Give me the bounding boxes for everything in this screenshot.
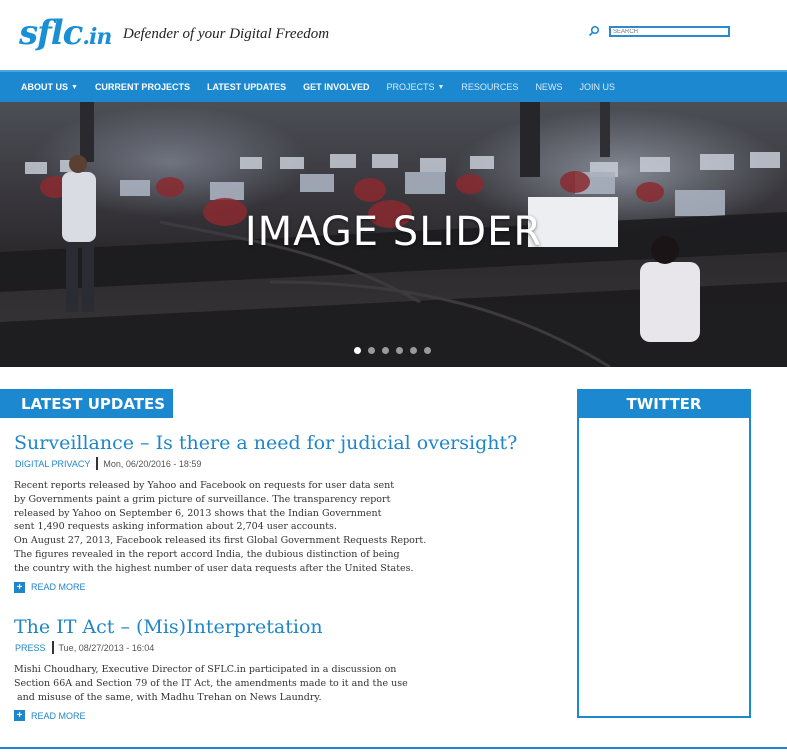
article-date: Mon, 06/20/2016 - 18:59 [103, 458, 202, 469]
logo-suffix: .in [82, 24, 112, 50]
logo-main: sflc [19, 13, 83, 53]
article-line: The figures revealed in the report accor… [14, 548, 400, 560]
read-more-link[interactable]: + READ MORE [14, 581, 554, 593]
twitter-heading: TWITTER [577, 389, 751, 418]
slider-dot[interactable] [368, 347, 375, 354]
image-slider[interactable]: IMAGE SLIDER [0, 102, 787, 367]
meta-divider [51, 641, 54, 654]
read-more-label: READ MORE [31, 582, 86, 593]
slider-dot[interactable] [382, 347, 389, 354]
read-more-link[interactable]: + READ MORE [14, 710, 554, 722]
site-tagline: Defender of your Digital Freedom [123, 26, 330, 42]
article-body: Recent reports released by Yahoo and Fac… [14, 479, 554, 576]
slider-dot[interactable] [354, 347, 361, 354]
slider-dots [354, 347, 431, 354]
nav-item-label: PROJECTS [386, 82, 435, 92]
search-icon[interactable] [588, 25, 600, 37]
meta-divider [96, 457, 99, 470]
slider-caption: IMAGE SLIDER [244, 209, 543, 255]
slider-dot[interactable] [396, 347, 403, 354]
article: The IT Act – (Mis)Interpretation PRESS T… [14, 616, 554, 722]
article-category[interactable]: PRESS [14, 643, 47, 653]
article-category[interactable]: DIGITAL PRIVACY [14, 459, 91, 469]
nav-item-get-involved[interactable]: GET INVOLVED [303, 82, 369, 92]
plus-icon: + [14, 710, 25, 722]
article-title[interactable]: Surveillance – Is there a need for judic… [14, 432, 554, 454]
footer-divider [0, 747, 787, 749]
slider-dot[interactable] [424, 347, 431, 354]
caret-down-icon: ▼ [71, 83, 78, 91]
site-logo[interactable]: sflc.in [19, 13, 112, 53]
article-line: by Governments paint a grim picture of s… [14, 493, 391, 505]
nav-item-projects[interactable]: PROJECTS ▼ [386, 82, 444, 92]
slider-dot[interactable] [410, 347, 417, 354]
article-title[interactable]: The IT Act – (Mis)Interpretation [14, 616, 554, 638]
nav-item-label: JOIN US [579, 82, 615, 92]
article-line: released by Yahoo on September 6, 2013 s… [14, 507, 382, 519]
article-meta: DIGITAL PRIVACY Mon, 06/20/2016 - 18:59 [14, 457, 554, 470]
article-line: Recent reports released by Yahoo and Fac… [14, 480, 395, 491]
nav-item-news[interactable]: NEWS [535, 82, 562, 92]
nav-item-about-us[interactable]: ABOUT US ▼ [21, 82, 78, 92]
article-meta: PRESS Tue, 08/27/2013 - 16:04 [14, 641, 554, 654]
nav-item-latest-updates[interactable]: LATEST UPDATES [207, 82, 286, 92]
article-line: sent 1,490 requests asking information a… [14, 521, 337, 533]
main-nav: ABOUT US ▼ CURRENT PROJECTS LATEST UPDATE… [0, 70, 787, 102]
article-line: the country with the highest number of u… [14, 562, 414, 574]
twitter-widget [577, 389, 751, 718]
article-line: On August 27, 2013, Facebook released it… [14, 535, 427, 547]
nav-item-resources[interactable]: RESOURCES [461, 82, 518, 92]
latest-updates-heading: LATEST UPDATES [0, 389, 173, 418]
nav-item-label: CURRENT PROJECTS [94, 82, 190, 92]
article-line: Mishi Choudhary, Executive Director of S… [14, 664, 397, 675]
nav-item-join-us[interactable]: JOIN US [579, 82, 615, 92]
article-line: and misuse of the same, with Madhu Treha… [14, 691, 322, 703]
caret-down-icon: ▼ [437, 83, 445, 91]
nav-item-label: LATEST UPDATES [206, 82, 287, 92]
nav-item-label: ABOUT US [21, 82, 68, 92]
site-header: sflc.in Defender of your Digital Freedom [0, 0, 787, 70]
plus-icon: + [14, 581, 25, 593]
nav-item-label: RESOURCES [461, 82, 519, 92]
nav-item-current-projects[interactable]: CURRENT PROJECTS [95, 82, 190, 92]
article-body: Mishi Choudhary, Executive Director of S… [14, 663, 554, 704]
article-date: Tue, 08/27/2013 - 16:04 [58, 642, 155, 653]
nav-item-label: GET INVOLVED [303, 82, 370, 92]
nav-item-label: NEWS [535, 82, 563, 92]
article: Surveillance – Is there a need for judic… [14, 432, 554, 593]
read-more-label: READ MORE [31, 710, 86, 721]
article-line: Section 66A and Section 79 of the IT Act… [14, 677, 408, 689]
search-input[interactable] [609, 26, 730, 37]
